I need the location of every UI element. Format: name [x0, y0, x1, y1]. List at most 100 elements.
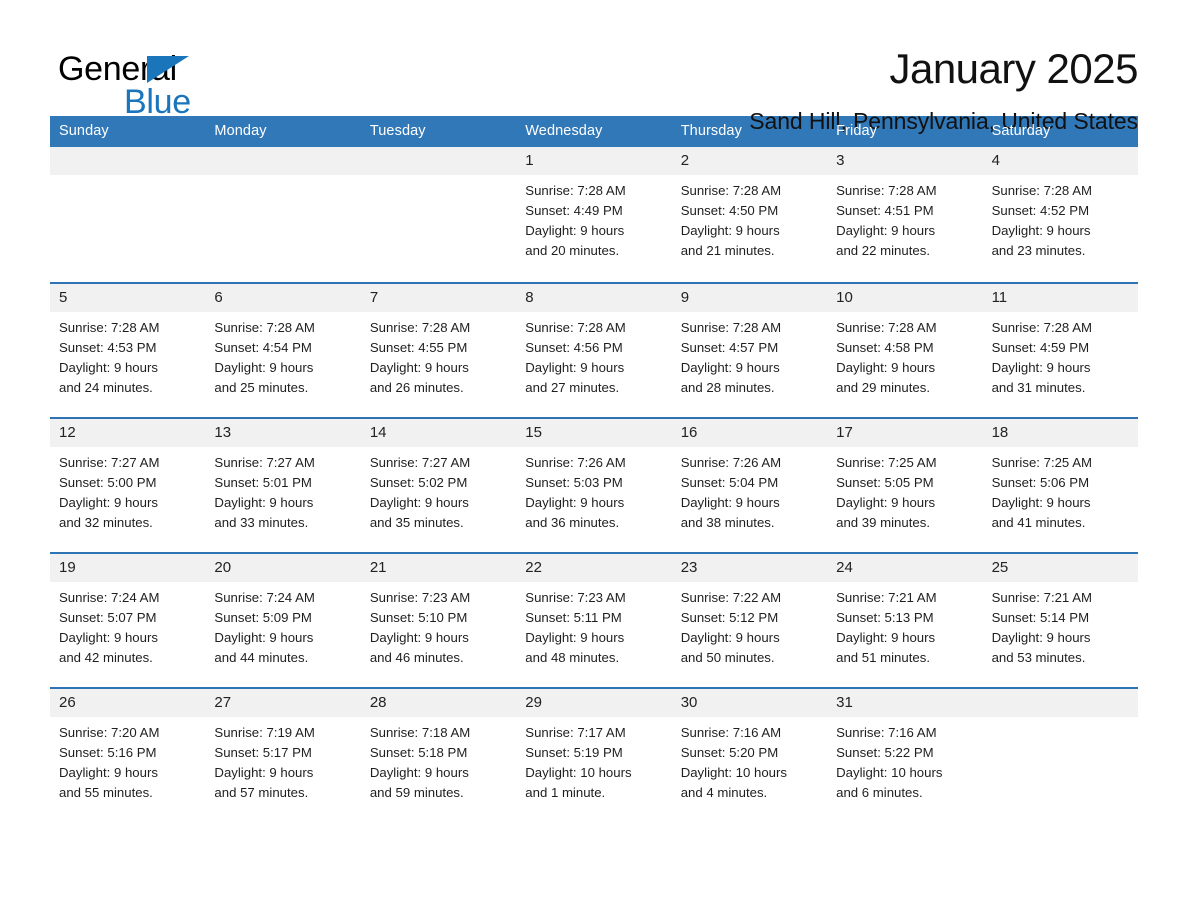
day-cell[interactable]: 18 Sunrise: 7:25 AM Sunset: 5:06 PM Dayli… [982, 419, 1138, 552]
day-cell[interactable]: 16 Sunrise: 7:26 AM Sunset: 5:04 PM Dayli… [671, 419, 828, 552]
day-cell[interactable]: 24 Sunrise: 7:21 AM Sunset: 5:13 PM Dayli… [827, 554, 983, 687]
calendar-weeks: 1 Sunrise: 7:28 AM Sunset: 4:49 PM Daylig… [50, 147, 1138, 822]
day-number: 7 [360, 284, 517, 312]
day-cell[interactable]: 23 Sunrise: 7:22 AM Sunset: 5:12 PM Dayli… [671, 554, 828, 687]
day-cell[interactable]: 20 Sunrise: 7:24 AM Sunset: 5:09 PM Dayli… [205, 554, 361, 687]
weekday-header-wednesday: Wednesday [525, 123, 603, 139]
day-number: 2 [671, 147, 828, 175]
weekday-header-friday: Friday [836, 123, 878, 139]
day-cell[interactable]: 31 Sunrise: 7:16 AM Sunset: 5:22 PM Dayli… [827, 689, 983, 822]
day-number: 14 [360, 419, 517, 447]
day-cell[interactable]: 21 Sunrise: 7:23 AM Sunset: 5:10 PM Dayli… [360, 554, 517, 687]
day-sun-info: Sunrise: 7:23 AM Sunset: 5:10 PM Dayligh… [369, 590, 471, 665]
day-cell[interactable]: 2 Sunrise: 7:28 AM Sunset: 4:50 PM Daylig… [671, 147, 828, 282]
day-number: 28 [360, 689, 517, 717]
day-sun-info: Sunrise: 7:27 AM Sunset: 5:00 PM Dayligh… [59, 455, 160, 530]
calendar-week-row: 26 Sunrise: 7:20 AM Sunset: 5:16 PM Dayli… [50, 687, 1138, 822]
day-sun-info: Sunrise: 7:28 AM Sunset: 4:55 PM Dayligh… [369, 320, 471, 395]
day-cell[interactable]: 14 Sunrise: 7:27 AM Sunset: 5:02 PM Dayli… [360, 419, 517, 552]
day-sun-info: Sunrise: 7:21 AM Sunset: 5:14 PM Dayligh… [991, 590, 1092, 665]
day-number: 1 [516, 147, 672, 175]
day-number [982, 689, 1138, 717]
day-cell[interactable]: 29 Sunrise: 7:17 AM Sunset: 5:19 PM Dayli… [516, 689, 672, 822]
day-sun-info: Sunrise: 7:28 AM Sunset: 4:57 PM Dayligh… [680, 320, 782, 395]
day-sun-info: Sunrise: 7:18 AM Sunset: 5:18 PM Dayligh… [369, 725, 471, 800]
day-number: 21 [360, 554, 517, 582]
day-number: 3 [827, 147, 983, 175]
day-sun-info: Sunrise: 7:16 AM Sunset: 5:20 PM Dayligh… [680, 725, 787, 800]
calendar-week-row: 1 Sunrise: 7:28 AM Sunset: 4:49 PM Daylig… [50, 147, 1138, 282]
day-sun-info: Sunrise: 7:21 AM Sunset: 5:13 PM Dayligh… [836, 590, 937, 665]
day-number [205, 147, 361, 175]
day-number: 5 [50, 284, 206, 312]
day-sun-info: Sunrise: 7:28 AM Sunset: 4:53 PM Dayligh… [59, 320, 160, 395]
weekday-header-tuesday: Tuesday [369, 123, 426, 139]
day-sun-info: Sunrise: 7:28 AM Sunset: 4:54 PM Dayligh… [214, 320, 315, 395]
day-sun-info: Sunrise: 7:16 AM Sunset: 5:22 PM Dayligh… [836, 725, 943, 800]
day-cell[interactable]: 5 Sunrise: 7:28 AM Sunset: 4:53 PM Daylig… [50, 284, 206, 417]
day-number: 27 [205, 689, 361, 717]
day-cell[interactable]: 26 Sunrise: 7:20 AM Sunset: 5:16 PM Dayli… [50, 689, 206, 822]
day-sun-info: Sunrise: 7:24 AM Sunset: 5:07 PM Dayligh… [59, 590, 160, 665]
day-cell[interactable]: 3 Sunrise: 7:28 AM Sunset: 4:51 PM Daylig… [827, 147, 983, 282]
calendar-week-row: 5 Sunrise: 7:28 AM Sunset: 4:53 PM Daylig… [50, 282, 1138, 417]
day-number: 22 [516, 554, 672, 582]
day-cell[interactable]: 17 Sunrise: 7:25 AM Sunset: 5:05 PM Dayli… [827, 419, 983, 552]
day-cell[interactable]: 4 Sunrise: 7:28 AM Sunset: 4:52 PM Daylig… [982, 147, 1138, 282]
day-cell[interactable]: 22 Sunrise: 7:23 AM Sunset: 5:11 PM Dayli… [516, 554, 672, 687]
day-cell[interactable]: 1 Sunrise: 7:28 AM Sunset: 4:49 PM Daylig… [516, 147, 672, 282]
day-sun-info: Sunrise: 7:28 AM Sunset: 4:59 PM Dayligh… [991, 320, 1092, 395]
day-sun-info: Sunrise: 7:26 AM Sunset: 5:04 PM Dayligh… [680, 455, 782, 530]
general-blue-logo: General Blue [50, 44, 240, 122]
day-number [360, 147, 517, 175]
day-number [50, 147, 206, 175]
day-cell[interactable]: 28 Sunrise: 7:18 AM Sunset: 5:18 PM Dayli… [360, 689, 517, 822]
day-sun-info: Sunrise: 7:24 AM Sunset: 5:09 PM Dayligh… [214, 590, 315, 665]
day-number: 12 [50, 419, 206, 447]
day-sun-info: Sunrise: 7:28 AM Sunset: 4:51 PM Dayligh… [836, 183, 937, 258]
calendar-week-row: 19 Sunrise: 7:24 AM Sunset: 5:07 PM Dayli… [50, 552, 1138, 687]
day-cell[interactable]: 27 Sunrise: 7:19 AM Sunset: 5:17 PM Dayli… [205, 689, 361, 822]
day-number: 20 [205, 554, 361, 582]
day-sun-info: Sunrise: 7:19 AM Sunset: 5:17 PM Dayligh… [214, 725, 315, 800]
day-cell[interactable]: 25 Sunrise: 7:21 AM Sunset: 5:14 PM Dayli… [982, 554, 1138, 687]
day-number: 16 [671, 419, 828, 447]
day-number: 11 [982, 284, 1138, 312]
day-sun-info: Sunrise: 7:28 AM Sunset: 4:52 PM Dayligh… [991, 183, 1092, 258]
day-cell[interactable]: 15 Sunrise: 7:26 AM Sunset: 5:03 PM Dayli… [516, 419, 672, 552]
calendar-page: General Blue January 2025 Sand Hill, Pen… [0, 0, 1188, 918]
day-sun-info: Sunrise: 7:28 AM Sunset: 4:50 PM Dayligh… [680, 183, 782, 258]
day-cell[interactable]: 12 Sunrise: 7:27 AM Sunset: 5:00 PM Dayli… [50, 419, 206, 552]
day-cell-empty [360, 147, 517, 282]
day-cell-empty [982, 689, 1138, 822]
day-cell[interactable]: 10 Sunrise: 7:28 AM Sunset: 4:58 PM Dayli… [827, 284, 983, 417]
day-number: 26 [50, 689, 206, 717]
day-sun-info: Sunrise: 7:17 AM Sunset: 5:19 PM Dayligh… [525, 725, 632, 800]
day-cell[interactable]: 7 Sunrise: 7:28 AM Sunset: 4:55 PM Daylig… [360, 284, 517, 417]
day-cell-empty [50, 147, 206, 282]
day-sun-info: Sunrise: 7:28 AM Sunset: 4:49 PM Dayligh… [525, 183, 626, 258]
day-sun-info: Sunrise: 7:25 AM Sunset: 5:06 PM Dayligh… [991, 455, 1092, 530]
day-sun-info: Sunrise: 7:27 AM Sunset: 5:02 PM Dayligh… [369, 455, 471, 530]
day-cell[interactable]: 8 Sunrise: 7:28 AM Sunset: 4:56 PM Daylig… [516, 284, 672, 417]
calendar-week-row: 12 Sunrise: 7:27 AM Sunset: 5:00 PM Dayli… [50, 417, 1138, 552]
day-number: 30 [671, 689, 828, 717]
day-cell[interactable]: 19 Sunrise: 7:24 AM Sunset: 5:07 PM Dayli… [50, 554, 206, 687]
day-number: 9 [671, 284, 828, 312]
day-number: 24 [827, 554, 983, 582]
day-sun-info: Sunrise: 7:26 AM Sunset: 5:03 PM Dayligh… [525, 455, 626, 530]
day-number: 29 [516, 689, 672, 717]
day-number: 17 [827, 419, 983, 447]
calendar-table: Sunday Monday Tuesday Wednesday Thursday… [50, 116, 1138, 822]
day-number: 8 [516, 284, 672, 312]
day-sun-info: Sunrise: 7:27 AM Sunset: 5:01 PM Dayligh… [214, 455, 315, 530]
day-sun-info: Sunrise: 7:25 AM Sunset: 5:05 PM Dayligh… [836, 455, 937, 530]
day-cell[interactable]: 6 Sunrise: 7:28 AM Sunset: 4:54 PM Daylig… [205, 284, 361, 417]
day-cell[interactable]: 9 Sunrise: 7:28 AM Sunset: 4:57 PM Daylig… [671, 284, 828, 417]
day-sun-info: Sunrise: 7:22 AM Sunset: 5:12 PM Dayligh… [680, 590, 782, 665]
day-cell[interactable]: 30 Sunrise: 7:16 AM Sunset: 5:20 PM Dayli… [671, 689, 828, 822]
day-sun-info: Sunrise: 7:20 AM Sunset: 5:16 PM Dayligh… [59, 725, 160, 800]
day-cell[interactable]: 13 Sunrise: 7:27 AM Sunset: 5:01 PM Dayli… [205, 419, 361, 552]
day-cell[interactable]: 11 Sunrise: 7:28 AM Sunset: 4:59 PM Dayli… [982, 284, 1138, 417]
day-cell-empty [205, 147, 361, 282]
